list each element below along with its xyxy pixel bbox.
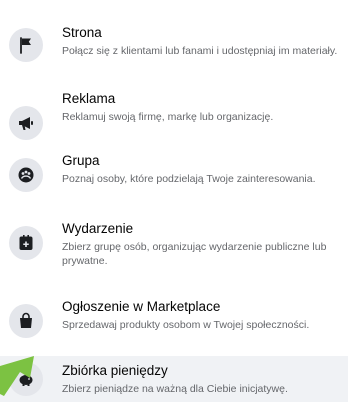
menu-item-description: Poznaj osoby, które podzielają Twoje zai… bbox=[62, 173, 316, 185]
flag-icon bbox=[9, 28, 43, 62]
menu-item-description: Zbierz pieniądze na ważną dla Ciebie ini… bbox=[62, 383, 288, 395]
group-icon bbox=[9, 158, 43, 192]
menu-item-description: Reklamuj swoją firmę, markę lub organiza… bbox=[62, 111, 274, 123]
menu-item-description: Sprzedawaj produkty osobom w Twojej społ… bbox=[62, 319, 310, 331]
menu-item-title: Grupa bbox=[62, 153, 100, 168]
piggy-bank-icon bbox=[9, 362, 43, 396]
shopping-bag-icon bbox=[9, 304, 43, 338]
menu-item-title: Ogłoszenie w Marketplace bbox=[62, 299, 221, 314]
menu-item-group[interactable]: Grupa Poznaj osoby, które podzielają Two… bbox=[0, 146, 348, 212]
menu-item-description: Zbierz grupę osób, organizując wydarzeni… bbox=[62, 241, 327, 267]
menu-item-fundraiser[interactable]: Zbiórka pieniędzy Zbierz pieniądze na wa… bbox=[0, 356, 348, 402]
calendar-plus-icon bbox=[9, 226, 43, 260]
menu-item-ad[interactable]: Reklama Reklamuj swoją firmę, markę lub … bbox=[0, 84, 348, 140]
menu-item-marketplace-listing[interactable]: Ogłoszenie w Marketplace Sprzedawaj prod… bbox=[0, 292, 348, 358]
menu-item-title: Zbiórka pieniędzy bbox=[62, 363, 168, 378]
menu-item-event[interactable]: Wydarzenie Zbierz grupę osób, organizują… bbox=[0, 212, 348, 278]
menu-item-page[interactable]: Strona Połącz się z klientami lub fanami… bbox=[0, 16, 348, 82]
menu-item-title: Strona bbox=[62, 25, 102, 40]
menu-item-title: Reklama bbox=[62, 91, 116, 106]
menu-item-description: Połącz się z klientami lub fanami i udos… bbox=[62, 45, 338, 57]
megaphone-icon bbox=[9, 106, 43, 140]
menu-item-title: Wydarzenie bbox=[62, 221, 134, 236]
